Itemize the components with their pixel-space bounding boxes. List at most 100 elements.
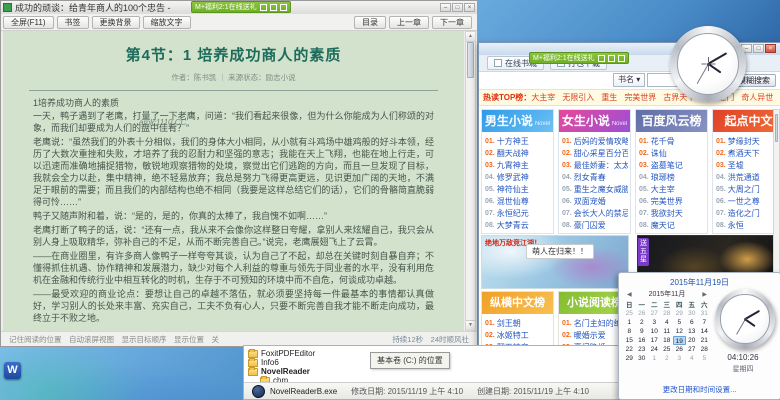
column-header[interactable]: 男生小说 Novel <box>482 110 553 132</box>
calendar-day[interactable]: 24 <box>648 345 661 354</box>
calendar-day[interactable]: 15 <box>623 336 636 345</box>
rank-item[interactable]: 01.梦缘封天 <box>716 135 780 147</box>
book-title-link[interactable]: 永恒纪元 <box>497 208 529 219</box>
calendar-day[interactable]: 25 <box>661 345 674 354</box>
calendar-day[interactable]: 4 <box>686 354 699 363</box>
rank-item[interactable]: 06.一世之尊 <box>716 195 780 207</box>
desktop-clock-gadget[interactable] <box>670 26 746 102</box>
reader-toolbar-button[interactable]: 缩放文字 <box>143 16 191 29</box>
rank-item[interactable]: 02.煮酒天下 <box>716 147 780 159</box>
maximize-button[interactable]: □ <box>452 3 463 12</box>
folder-icon[interactable] <box>270 4 277 11</box>
calendar-day[interactable]: 2 <box>636 318 649 327</box>
rank-item[interactable]: 04.修罗武神 <box>485 171 551 183</box>
rank-item[interactable]: 08.魔天记 <box>639 219 705 231</box>
rank-item[interactable]: 04.琅琊榜 <box>639 171 705 183</box>
calendar-day[interactable]: 17 <box>648 336 661 345</box>
gift-icon[interactable] <box>598 55 605 62</box>
hot-book-link[interactable]: 奇人异世 <box>741 93 773 102</box>
rank-item[interactable]: 02.冰姬特工 <box>485 329 551 341</box>
rank-item[interactable]: 03.九霄神主 <box>485 159 551 171</box>
change-datetime-link[interactable]: 更改日期和时间设置... <box>619 384 780 395</box>
book-title-link[interactable]: 九霄神主 <box>497 160 529 171</box>
column-header[interactable]: 女生小说 Novel <box>559 110 630 132</box>
rank-item[interactable]: 05.神符仙主 <box>485 183 551 195</box>
calendar-day[interactable]: 6 <box>686 318 699 327</box>
calendar-day[interactable]: 27 <box>686 345 699 354</box>
arrow-up-icon[interactable] <box>280 4 287 11</box>
calendar-day[interactable]: 7 <box>698 318 711 327</box>
rank-item[interactable]: 07.会长大人的禁忌宠爱 <box>562 207 628 219</box>
calendar-day[interactable]: 12 <box>673 327 686 336</box>
book-title-link[interactable]: 大周之门 <box>728 184 760 195</box>
reader-toolbar-button[interactable]: 书签 <box>57 16 89 29</box>
calendar-day[interactable]: 8 <box>623 327 636 336</box>
fantasy-banner-left[interactable]: 绝地万敌竞江湖！ 萌人在归来！！ <box>481 235 629 289</box>
rank-item[interactable]: 01.后妈的爱情攻略 <box>562 135 628 147</box>
calendar-day[interactable]: 18 <box>661 336 674 345</box>
book-title-link[interactable]: 大主宰 <box>651 184 675 195</box>
rank-item[interactable]: 04.洪荒通道 <box>716 171 780 183</box>
scrollbar-thumb[interactable] <box>467 42 474 78</box>
rank-item[interactable]: 02.诛仙 <box>639 147 705 159</box>
book-title-link[interactable]: 豪门囚爱 <box>574 220 606 231</box>
calendar-day[interactable]: 22 <box>623 345 636 354</box>
book-title-link[interactable]: 修罗武神 <box>497 172 529 183</box>
rank-item[interactable]: 01.十方神王 <box>485 135 551 147</box>
rank-item[interactable]: 03.圣墟 <box>716 159 780 171</box>
calendar-day[interactable]: 10 <box>648 327 661 336</box>
reader-nav-button[interactable]: 上一章 <box>389 16 429 29</box>
book-title-link[interactable]: 最佳娇妻：太太请上门 <box>574 160 628 171</box>
rank-item[interactable]: 08.永恒 <box>716 219 780 231</box>
calendar-day[interactable]: 30 <box>636 354 649 363</box>
calendar-day[interactable]: 19 <box>673 336 686 345</box>
book-title-link[interactable]: 造化之门 <box>728 208 760 219</box>
rank-item[interactable]: 05.大主宰 <box>639 183 705 195</box>
book-title-link[interactable]: 剑王朝 <box>497 318 521 329</box>
book-title-link[interactable]: 煮酒天下 <box>728 148 760 159</box>
calendar-day[interactable]: 29 <box>673 309 686 318</box>
rank-item[interactable]: 05.大周之门 <box>716 183 780 195</box>
book-title-link[interactable]: 后妈的爱情攻略 <box>574 136 628 147</box>
calendar-day[interactable]: 13 <box>686 327 699 336</box>
reader-toolbar-button[interactable]: 更换背景 <box>92 16 140 29</box>
folder-item-info6[interactable]: Info6 <box>248 358 368 367</box>
reader-toolbar-button[interactable]: 全屏(F11) <box>3 16 54 29</box>
rank-item[interactable]: 02.甜心采星百分百 <box>562 147 628 159</box>
scrollbar-thumb[interactable] <box>775 114 778 142</box>
browser-ad-badge[interactable]: M+福利2:1在线送礼 <box>529 52 629 64</box>
calendar-day[interactable]: 26 <box>673 345 686 354</box>
folder-icon[interactable] <box>608 55 615 62</box>
rank-item[interactable]: 06.完美世界 <box>639 195 705 207</box>
calendar-day[interactable]: 14 <box>698 327 711 336</box>
calendar-day[interactable]: 31 <box>698 309 711 318</box>
calendar-day[interactable]: 27 <box>648 309 661 318</box>
rank-item[interactable]: 03.最佳娇妻：太太请上门 <box>562 159 628 171</box>
book-title-link[interactable]: 永恒 <box>728 220 744 231</box>
calendar-day[interactable]: 30 <box>686 309 699 318</box>
book-title-link[interactable]: 甜心采星百分百 <box>574 148 628 159</box>
calendar-day[interactable]: 1 <box>623 318 636 327</box>
book-title-link[interactable]: 翻天战神 <box>497 148 529 159</box>
search-field-select[interactable]: 书名 ▾ <box>613 73 645 87</box>
column-header[interactable]: 纵横中文榜 <box>482 292 553 314</box>
calendar-day[interactable]: 5 <box>698 354 711 363</box>
book-title-link[interactable]: 琅琊榜 <box>651 172 675 183</box>
book-title-link[interactable]: 我欲封天 <box>651 208 683 219</box>
rank-item[interactable]: 06.双面宠婚 <box>562 195 628 207</box>
rank-item[interactable]: 06.混世仙尊 <box>485 195 551 207</box>
rank-item[interactable]: 07.造化之门 <box>716 207 780 219</box>
book-title-link[interactable]: 神符仙主 <box>497 184 529 195</box>
hot-book-link[interactable]: 完美世界 <box>624 93 656 102</box>
calendar-day[interactable]: 29 <box>623 354 636 363</box>
book-title-link[interactable]: 圣墟 <box>728 160 744 171</box>
close-button[interactable]: × <box>765 44 776 53</box>
book-title-link[interactable]: 暖婚示爱 <box>574 330 606 341</box>
reader-ad-badge[interactable]: M+福利2:1在线送礼 <box>191 1 291 13</box>
scroll-up-icon[interactable]: ▲ <box>466 32 475 42</box>
book-title-link[interactable]: 梦缘封天 <box>728 136 760 147</box>
reader-nav-button[interactable]: 目录 <box>354 16 386 29</box>
column-header[interactable]: 起点中文 <box>713 110 780 132</box>
book-title-link[interactable]: 魔天记 <box>651 220 675 231</box>
book-title-link[interactable]: 大梦青云 <box>497 220 529 231</box>
